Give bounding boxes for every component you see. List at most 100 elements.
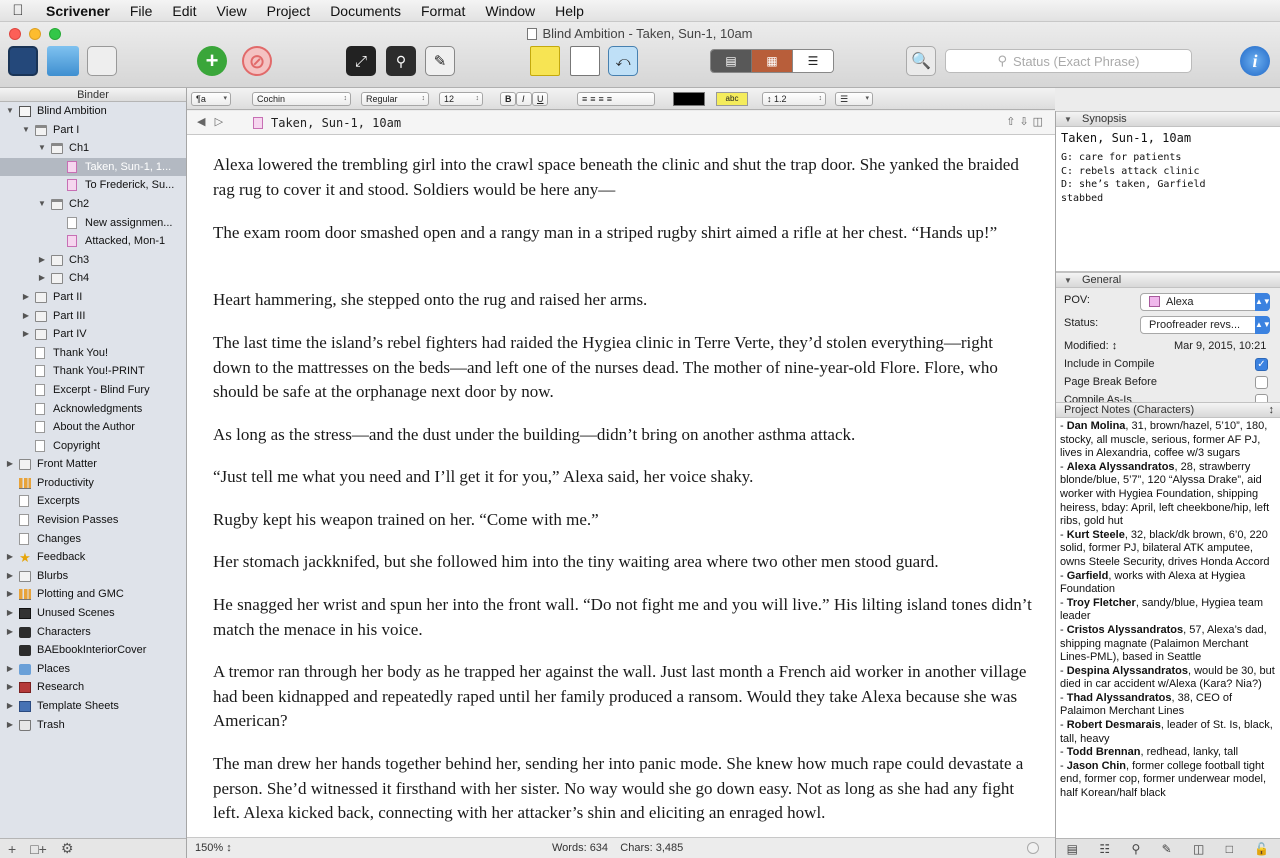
references-tab-icon[interactable]: ☷ [1099, 842, 1110, 856]
snapshots-tab-icon[interactable]: ◫ [1193, 842, 1204, 856]
menu-help[interactable]: Help [545, 3, 594, 19]
include-in-compile-checkbox[interactable]: ✓ [1255, 358, 1268, 371]
line-spacing-select[interactable]: ↕ 1.2 ↕ [762, 92, 826, 106]
binder-item[interactable]: ▶ Research [0, 678, 186, 697]
comments-tab-icon[interactable]: □ [1226, 842, 1233, 856]
binder-item[interactable]: Copyright [0, 437, 186, 456]
outline-options-button[interactable] [87, 46, 117, 76]
search-input[interactable]: ⚲ Status (Exact Phrase) [945, 49, 1192, 73]
key-icon[interactable]: ⚲ [386, 46, 416, 76]
binder-item[interactable]: Excerpts [0, 492, 186, 511]
binder-item[interactable]: Productivity [0, 474, 186, 493]
back-forward-arrows[interactable]: ◀ ▷ [197, 115, 223, 128]
synopsis-text[interactable]: Taken, Sun-1, 10am G: care for patients … [1056, 127, 1280, 272]
corkboard-view-button[interactable]: ▦ [751, 50, 792, 72]
binder-item[interactable]: ▼ Ch1 [0, 139, 186, 158]
binder-item[interactable]: Changes [0, 530, 186, 549]
italic-button[interactable]: I [516, 92, 532, 106]
binder-item[interactable]: Thank You!-PRINT [0, 362, 186, 381]
binder-item[interactable]: ▶ Part IV [0, 325, 186, 344]
disclosure-right-icon[interactable]: ▶ [5, 604, 15, 623]
binder-item[interactable]: Acknowledgments [0, 400, 186, 419]
collapse-icon[interactable]: ▼ [1064, 112, 1072, 127]
pov-select[interactable]: Alexa ▲▼ [1140, 293, 1271, 311]
binder-item[interactable]: BAEbookInteriorCover [0, 641, 186, 660]
disclosure-right-icon[interactable]: ▶ [21, 288, 31, 307]
project-notes-button[interactable] [530, 46, 560, 76]
binder-item[interactable]: Thank You! [0, 344, 186, 363]
disclosure-right-icon[interactable]: ▶ [5, 585, 15, 604]
add-document-button[interactable]: + [197, 46, 227, 76]
disclosure-right-icon[interactable]: ▶ [37, 269, 47, 288]
binder-toggle-button[interactable] [8, 46, 38, 76]
collections-button[interactable] [47, 46, 79, 76]
search-icon[interactable]: 🔍 [906, 46, 936, 76]
menu-edit[interactable]: Edit [162, 3, 206, 19]
text-color-swatch[interactable] [673, 92, 705, 106]
general-header[interactable]: ▼ General [1056, 272, 1280, 288]
text-editor[interactable]: Alexa lowered the trembling girl into th… [187, 135, 1055, 837]
binder-item[interactable]: ▶ Places [0, 660, 186, 679]
typeface-select[interactable]: Regular ↕ [361, 92, 429, 106]
binder-item[interactable]: ▶ ★ Feedback [0, 548, 186, 567]
binder-item[interactable]: Excerpt - Blind Fury [0, 381, 186, 400]
menu-view[interactable]: View [207, 3, 257, 19]
binder-item[interactable]: ▶ Front Matter [0, 455, 186, 474]
menu-file[interactable]: File [120, 3, 163, 19]
binder-item[interactable]: ▶ Part III [0, 307, 186, 326]
disclosure-right-icon[interactable]: ▶ [5, 567, 15, 586]
disclosure-right-icon[interactable]: ▶ [5, 548, 15, 567]
inspector-info-button[interactable]: i [1240, 46, 1270, 76]
menu-window[interactable]: Window [475, 3, 545, 19]
binder-item[interactable]: ▶ Unused Scenes [0, 604, 186, 623]
underline-button[interactable]: U [532, 92, 548, 106]
disclosure-down-icon[interactable]: ▼ [5, 102, 15, 121]
binder-item[interactable]: Revision Passes [0, 511, 186, 530]
menu-project[interactable]: Project [257, 3, 321, 19]
binder-item[interactable]: ▼ Part I [0, 121, 186, 140]
disclosure-down-icon[interactable]: ▼ [37, 195, 47, 214]
page-break-before-checkbox[interactable] [1255, 376, 1268, 389]
modified-label[interactable]: Modified: ↕ [1064, 340, 1117, 352]
disclosure-right-icon[interactable]: ▶ [5, 678, 15, 697]
chevron-updown-icon[interactable]: ↕ [1269, 403, 1275, 418]
synopsis-header[interactable]: ▼ Synopsis [1056, 111, 1280, 127]
binder-item[interactable]: Taken, Sun-1, 1... [0, 157, 186, 177]
metadata-tab-icon[interactable]: ✎ [1162, 842, 1172, 856]
menu-documents[interactable]: Documents [320, 3, 411, 19]
disclosure-right-icon[interactable]: ▶ [5, 623, 15, 642]
apple-menu-icon[interactable]:  [0, 2, 36, 19]
disclosure-right-icon[interactable]: ▶ [5, 660, 15, 679]
delete-document-button[interactable]: ⊘ [242, 46, 272, 76]
keywords-tab-icon[interactable]: ⚲ [1131, 842, 1140, 856]
lock-icon[interactable]: 🔓 [1254, 842, 1269, 856]
collapse-icon[interactable]: ▼ [1064, 273, 1072, 288]
disclosure-down-icon[interactable]: ▼ [21, 121, 31, 140]
font-size-select[interactable]: 12 ↕ [439, 92, 483, 106]
status-select[interactable]: Proofreader revs... ▲▼ [1140, 316, 1271, 334]
binder-item[interactable]: About the Author [0, 418, 186, 437]
disclosure-right-icon[interactable]: ▶ [21, 307, 31, 326]
binder-item[interactable]: ▶ Plotting and GMC [0, 585, 186, 604]
binder-item[interactable]: ▶ Template Sheets [0, 697, 186, 716]
snapshot-button[interactable]: ⤺ [608, 46, 638, 76]
menu-format[interactable]: Format [411, 3, 475, 19]
gear-icon[interactable]: ⚙ [61, 840, 74, 857]
paragraph-style-select[interactable]: ¶a ▾ [191, 92, 231, 106]
binder-item[interactable]: New assignmen... [0, 214, 186, 233]
font-family-select[interactable]: Cochin ↕ [252, 92, 351, 106]
binder-item[interactable]: ▶ Trash [0, 716, 186, 735]
disclosure-right-icon[interactable]: ▶ [37, 251, 47, 270]
binder-item[interactable]: ▼ Blind Ambition [0, 102, 186, 121]
binder-item[interactable]: ▼ Ch2 [0, 195, 186, 214]
add-icon[interactable]: + [8, 841, 16, 857]
binder-item[interactable]: To Frederick, Su... [0, 176, 186, 195]
scrivenings-view-button[interactable]: ▤ [711, 50, 751, 72]
binder-item[interactable]: ▶ Characters [0, 623, 186, 642]
binder-item[interactable]: ▶ Blurbs [0, 567, 186, 586]
project-notes-text[interactable]: - Dan Molina, 31, brown/hazel, 5’10”, 18… [1056, 418, 1280, 838]
disclosure-down-icon[interactable]: ▼ [37, 139, 47, 158]
disclosure-right-icon[interactable]: ▶ [5, 716, 15, 735]
composition-mode-button[interactable]: ⤢ [346, 46, 376, 76]
zoom-select[interactable]: 150% ↕ [195, 842, 232, 854]
